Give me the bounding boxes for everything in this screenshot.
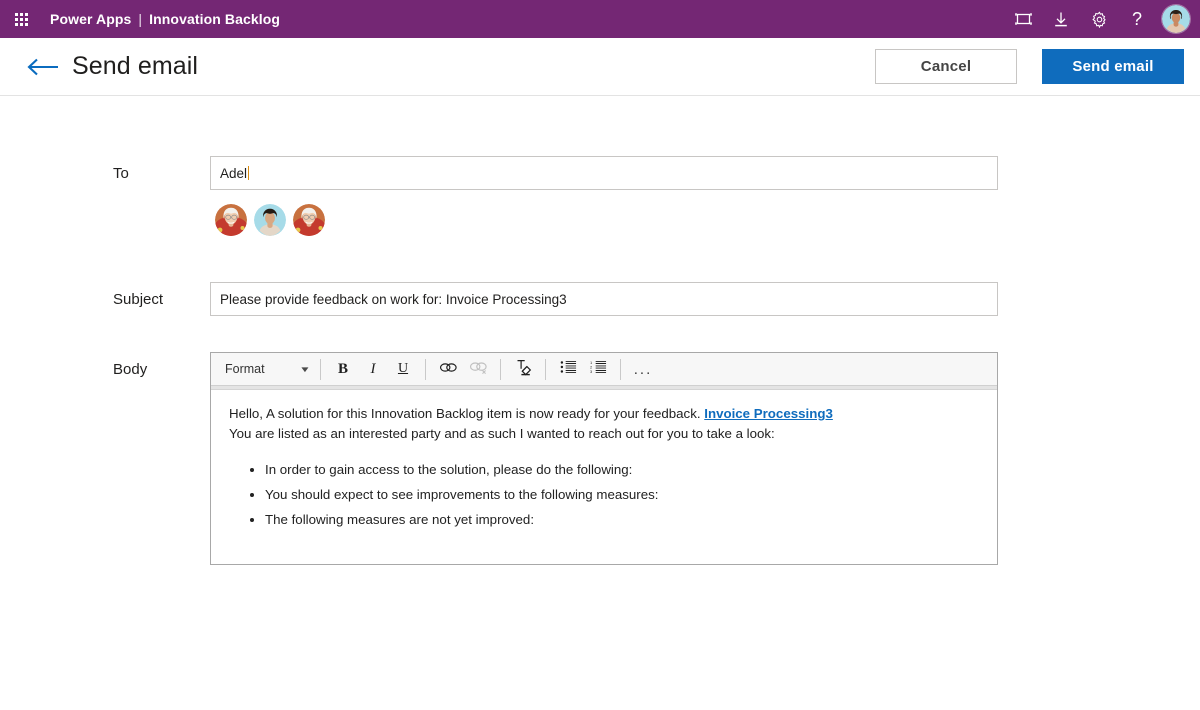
numbered-list-button[interactable]: 1 2 3 [583, 356, 613, 383]
subject-input[interactable]: Please provide feedback on work for: Inv… [210, 282, 998, 316]
to-input-value: Adel [220, 165, 248, 181]
command-bar: Send email Cancel Send email [0, 38, 1200, 96]
bold-icon: B [337, 360, 348, 377]
cancel-button[interactable]: Cancel [875, 49, 1017, 84]
download-icon[interactable] [1044, 2, 1078, 36]
text-caret [248, 166, 250, 180]
toolbar-divider [425, 358, 426, 380]
rich-text-editor: Format ▼ B I U 1 2 3 ... Hello, A soluti… [210, 352, 998, 565]
format-dropdown-label: Format [225, 362, 265, 376]
body-field-wrap: Format ▼ B I U 1 2 3 ... Hello, A soluti… [210, 352, 998, 565]
bold-button[interactable]: B [328, 356, 358, 383]
command-bar-actions: Cancel Send email [875, 49, 1184, 84]
list-item[interactable] [254, 204, 286, 236]
numbered-list-icon: 1 2 3 [590, 360, 607, 378]
avatar[interactable] [1162, 5, 1190, 33]
list-item[interactable] [215, 204, 247, 236]
list-item: In order to gain access to the solution,… [265, 460, 979, 480]
underline-icon: U [397, 361, 409, 376]
fit-to-screen-icon[interactable] [1006, 2, 1040, 36]
to-label: To [113, 165, 129, 182]
help-icon-label: ? [1131, 9, 1142, 29]
to-field-wrap: Adel [210, 156, 998, 236]
to-row: To Adel [0, 156, 1200, 236]
recipient-suggestions [210, 204, 998, 236]
suite-title: Power Apps | Innovation Backlog [50, 11, 280, 27]
body-label: Body [113, 361, 148, 378]
page-title: Send email [72, 52, 199, 80]
gear-icon[interactable] [1082, 2, 1116, 36]
more-options-button[interactable]: ... [628, 356, 658, 383]
bullet-list-icon [560, 360, 577, 378]
list-item: The following measures are not yet impro… [265, 510, 979, 530]
toolbar-divider [500, 358, 501, 380]
svg-text:3: 3 [590, 369, 593, 374]
subject-input-value: Please provide feedback on work for: Inv… [220, 291, 567, 307]
list-item: You should expect to see improvements to… [265, 485, 979, 505]
link-icon [439, 360, 458, 379]
suite-bar-actions: ? [1006, 2, 1190, 36]
link-button[interactable] [433, 356, 463, 383]
body-bullet-list: In order to gain access to the solution,… [229, 460, 979, 530]
body-row: Body Format ▼ B I U 1 2 3 ... Hello, A s… [0, 352, 1200, 565]
list-item[interactable] [293, 204, 325, 236]
back-arrow-icon[interactable] [22, 46, 64, 88]
clear-formatting-icon [514, 359, 532, 380]
unlink-button [463, 356, 493, 383]
body-paragraph-2: You are listed as an interested party an… [229, 426, 775, 441]
to-input[interactable]: Adel [210, 156, 998, 190]
format-dropdown[interactable]: Format ▼ [217, 357, 313, 382]
clear-formatting-button[interactable] [508, 356, 538, 383]
subject-field-wrap: Please provide feedback on work for: Inv… [210, 282, 998, 316]
italic-icon: I [370, 360, 376, 377]
email-form: To Adel Subject Please provide feedback … [0, 96, 1200, 565]
italic-button[interactable]: I [358, 356, 388, 383]
help-icon[interactable]: ? [1120, 2, 1154, 36]
subject-row: Subject Please provide feedback on work … [0, 282, 1200, 316]
rich-text-toolbar: Format ▼ B I U 1 2 3 ... [211, 353, 997, 386]
waffle-grid-icon[interactable] [6, 4, 36, 34]
body-line1-text: Hello, A solution for this Innovation Ba… [229, 406, 705, 421]
underline-button[interactable]: U [388, 356, 418, 383]
bullet-list-button[interactable] [553, 356, 583, 383]
invoice-processing-link[interactable]: Invoice Processing3 [704, 406, 833, 421]
suite-bar: Power Apps | Innovation Backlog ? [0, 0, 1200, 38]
toolbar-divider [620, 358, 621, 380]
suite-separator: | [138, 11, 143, 27]
toolbar-divider [545, 358, 546, 380]
toolbar-divider [320, 358, 321, 380]
send-email-button[interactable]: Send email [1042, 49, 1184, 84]
subject-label: Subject [113, 291, 164, 308]
body-editor-content[interactable]: Hello, A solution for this Innovation Ba… [211, 390, 997, 564]
body-paragraph-1: Hello, A solution for this Innovation Ba… [229, 404, 979, 424]
unlink-icon [469, 360, 488, 379]
chevron-down-icon: ▼ [299, 364, 311, 374]
suite-product-name[interactable]: Power Apps [50, 11, 131, 27]
suite-app-name[interactable]: Innovation Backlog [149, 11, 280, 27]
